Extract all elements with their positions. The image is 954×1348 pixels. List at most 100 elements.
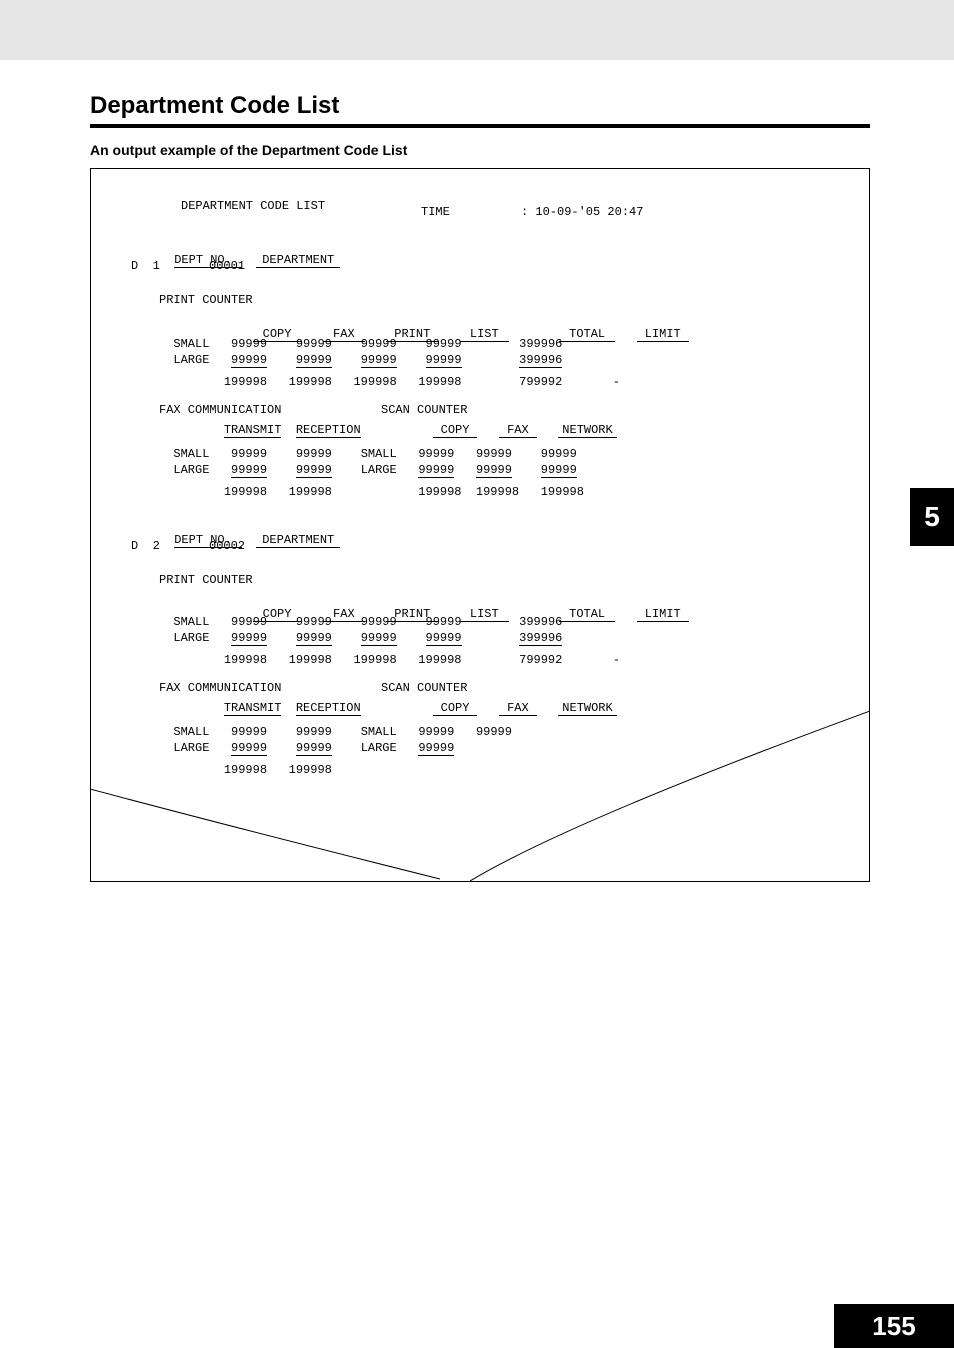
section-rule bbox=[90, 124, 870, 128]
cell: 99999 bbox=[541, 447, 577, 461]
d2-pc-small: SMALL 99999 99999 99999 99999 399996 bbox=[159, 615, 562, 629]
page-curl-top bbox=[470, 701, 870, 882]
col-scan-fax: FAX bbox=[499, 423, 537, 438]
row-small: SMALL bbox=[361, 725, 397, 739]
d1-fc-totals: 199998 199998 199998 199998 199998 bbox=[159, 485, 584, 499]
page-number: 155 bbox=[834, 1304, 954, 1348]
cell: 799992 bbox=[519, 653, 562, 667]
row-small: SMALL bbox=[173, 447, 209, 461]
d1-pc-totals: 199998 199998 199998 199998 799992 - bbox=[159, 375, 620, 389]
page-curl-bottom bbox=[90, 769, 440, 882]
row-small: SMALL bbox=[173, 725, 209, 739]
time-label: TIME bbox=[421, 205, 450, 219]
row-large: LARGE bbox=[173, 353, 209, 367]
report-title: DEPARTMENT CODE LIST bbox=[181, 199, 325, 213]
cell: 99999 bbox=[361, 615, 397, 629]
col-reception: RECEPTION bbox=[296, 423, 361, 438]
section-subtitle: An output example of the Department Code… bbox=[90, 142, 407, 158]
cell: 99999 bbox=[418, 447, 454, 461]
dept-name-label: DEPARTMENT bbox=[256, 533, 340, 548]
row-large: LARGE bbox=[173, 463, 209, 477]
row-large: LARGE bbox=[361, 463, 397, 477]
cell: 99999 bbox=[231, 447, 267, 461]
cell: 99999 bbox=[426, 631, 462, 646]
section-title: Department Code List bbox=[90, 92, 339, 120]
d2-pc-large: LARGE 99999 99999 99999 99999 399996 bbox=[159, 631, 562, 646]
col-limit: LIMIT bbox=[637, 327, 689, 342]
d2-fc-small: SMALL 99999 99999 SMALL 99999 99999 bbox=[159, 725, 512, 739]
cell: 199998 bbox=[353, 653, 396, 667]
cell: 399996 bbox=[519, 615, 562, 629]
col-scan-copy: COPY bbox=[433, 701, 478, 716]
cell: 99999 bbox=[231, 741, 267, 756]
cell: 99999 bbox=[296, 337, 332, 351]
cell: 99999 bbox=[426, 615, 462, 629]
dept-2-name: 00002 bbox=[209, 539, 245, 553]
d2-fc-large: LARGE 99999 99999 LARGE 99999 bbox=[159, 741, 454, 756]
cell: 99999 bbox=[426, 353, 462, 368]
cell: 99999 bbox=[296, 725, 332, 739]
d2-fc-totals: 199998 199998 bbox=[159, 763, 332, 777]
cell: 199998 bbox=[224, 375, 267, 389]
cell: 99999 bbox=[296, 741, 332, 756]
cell: 199998 bbox=[289, 653, 332, 667]
time-value: : 10-09-'05 20:47 bbox=[521, 205, 643, 219]
cell: 199998 bbox=[418, 485, 461, 499]
col-transmit: TRANSMIT bbox=[224, 423, 282, 438]
cell: 799992 bbox=[519, 375, 562, 389]
d1-pc-small: SMALL 99999 99999 99999 99999 399996 bbox=[159, 337, 562, 351]
d1-fc-small: SMALL 99999 99999 SMALL 99999 99999 9999… bbox=[159, 447, 577, 461]
cell: 99999 bbox=[231, 615, 267, 629]
row-large: LARGE bbox=[173, 741, 209, 755]
cell: 99999 bbox=[296, 631, 332, 646]
cell: 99999 bbox=[231, 337, 267, 351]
cell: 99999 bbox=[231, 463, 267, 478]
cell: 99999 bbox=[361, 337, 397, 351]
d1-fc-large: LARGE 99999 99999 LARGE 99999 99999 9999… bbox=[159, 463, 577, 478]
cell: 99999 bbox=[541, 463, 577, 478]
cell: 99999 bbox=[296, 353, 332, 368]
printout-frame: DEPARTMENT CODE LIST TIME : 10-09-'05 20… bbox=[90, 168, 870, 882]
row-small: SMALL bbox=[361, 447, 397, 461]
row-large: LARGE bbox=[173, 631, 209, 645]
col-scan-network: NETWORK bbox=[558, 423, 616, 438]
row-small: SMALL bbox=[173, 615, 209, 629]
col-scan-fax: FAX bbox=[499, 701, 537, 716]
cell: 199998 bbox=[224, 763, 267, 777]
col-total: TOTAL bbox=[559, 327, 615, 342]
cell: 99999 bbox=[418, 725, 454, 739]
scan-counter-label: SCAN COUNTER bbox=[381, 403, 467, 417]
scan-counter-label: SCAN COUNTER bbox=[381, 681, 467, 695]
cell: 199998 bbox=[224, 485, 267, 499]
chapter-tab: 5 bbox=[910, 488, 954, 546]
fax-scan-header: TRANSMIT RECEPTION COPY FAX NETWORK bbox=[159, 423, 617, 438]
d2-pc-totals: 199998 199998 199998 199998 799992 - bbox=[159, 653, 620, 667]
dept-1-name: 00001 bbox=[209, 259, 245, 273]
cell: 199998 bbox=[418, 653, 461, 667]
cell: 199998 bbox=[289, 375, 332, 389]
fax-scan-header: TRANSMIT RECEPTION COPY FAX NETWORK bbox=[159, 701, 617, 716]
print-counter-label: PRINT COUNTER bbox=[159, 293, 253, 307]
cell: 99999 bbox=[418, 463, 454, 478]
print-counter-label: PRINT COUNTER bbox=[159, 573, 253, 587]
cell: 399996 bbox=[519, 337, 562, 351]
cell: 199998 bbox=[224, 653, 267, 667]
cell: 99999 bbox=[476, 447, 512, 461]
dept-2-no: D 2 bbox=[131, 539, 160, 553]
col-scan-copy: COPY bbox=[433, 423, 478, 438]
cell: 99999 bbox=[296, 615, 332, 629]
cell: 99999 bbox=[231, 631, 267, 646]
top-gray-band bbox=[0, 0, 954, 60]
cell: 99999 bbox=[296, 447, 332, 461]
col-reception: RECEPTION bbox=[296, 701, 361, 716]
cell: 99999 bbox=[361, 631, 397, 646]
fax-comm-label: FAX COMMUNICATION bbox=[159, 681, 281, 695]
cell: 99999 bbox=[361, 353, 397, 368]
dept-1-no: D 1 bbox=[131, 259, 160, 273]
cell: 399996 bbox=[519, 631, 562, 646]
cell: 99999 bbox=[476, 463, 512, 478]
dept-name-label: DEPARTMENT bbox=[256, 253, 340, 268]
col-total: TOTAL bbox=[559, 607, 615, 622]
row-small: SMALL bbox=[173, 337, 209, 351]
cell: 99999 bbox=[426, 337, 462, 351]
